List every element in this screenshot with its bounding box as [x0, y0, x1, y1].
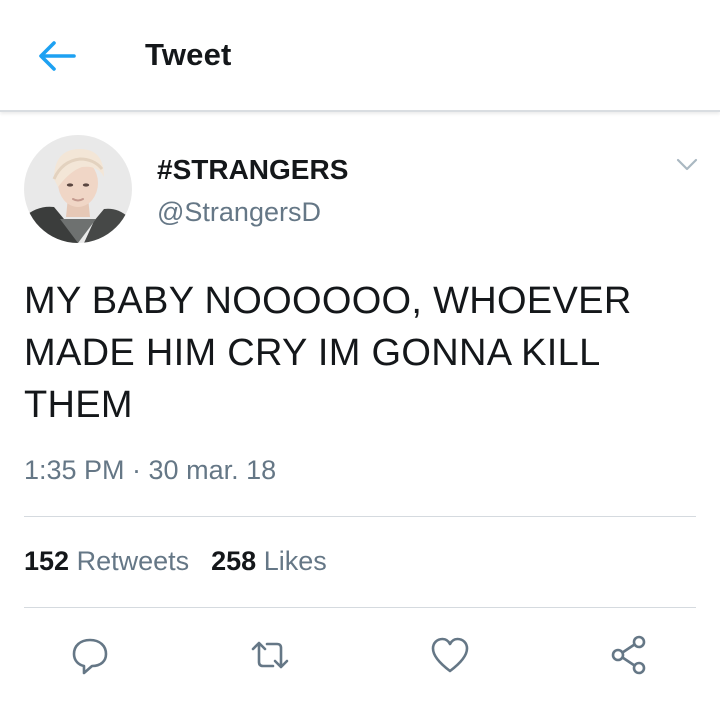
chevron-down-icon: [676, 158, 698, 171]
avatar-image: [24, 135, 132, 243]
retweet-icon: [251, 641, 289, 669]
share-button[interactable]: [608, 633, 652, 677]
user-handle[interactable]: @StrangersD: [157, 197, 321, 228]
likes-label: Likes: [263, 546, 327, 576]
back-button[interactable]: [34, 38, 78, 74]
divider: [24, 607, 696, 608]
tweet-stats: 152 Retweets 258 Likes: [24, 546, 349, 577]
retweets-label: Retweets: [76, 546, 190, 576]
more-options-button[interactable]: [672, 150, 702, 180]
display-name[interactable]: #STRANGERS: [157, 154, 348, 186]
tweet-timestamp: 1:35 PM · 30 mar. 18: [24, 455, 277, 485]
retweets-stat[interactable]: 152 Retweets: [24, 546, 189, 577]
reply-icon: [72, 638, 108, 675]
arrow-left-icon: [39, 41, 76, 71]
heart-icon: [431, 637, 469, 673]
divider: [24, 516, 696, 517]
likes-stat[interactable]: 258 Likes: [211, 546, 327, 577]
page-title: Tweet: [145, 37, 232, 72]
like-button[interactable]: [428, 633, 472, 677]
reply-button[interactable]: [68, 633, 112, 677]
tweet-text: MY BABY NOOOOOO, WHOEVER MADE HIM CRY IM…: [24, 280, 632, 426]
avatar[interactable]: [24, 135, 132, 243]
top-app-bar: Tweet: [0, 0, 720, 112]
retweets-count: 152: [24, 546, 70, 576]
share-icon: [611, 635, 646, 675]
likes-count: 258: [211, 546, 257, 576]
retweet-button[interactable]: [248, 633, 292, 677]
